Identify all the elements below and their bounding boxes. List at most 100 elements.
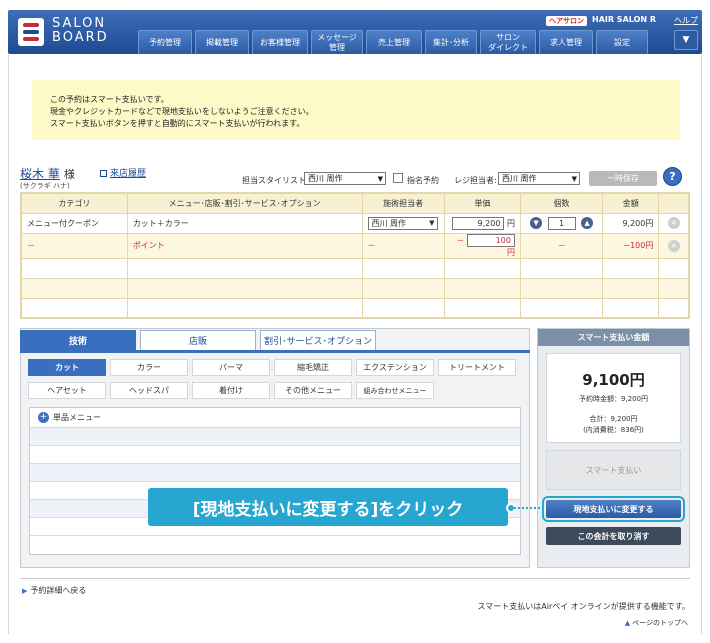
triangle-down-icon[interactable]: ▼ bbox=[674, 30, 698, 50]
total-amount: 合計：9,200円 bbox=[589, 415, 638, 423]
chevron-down-icon: ▼ bbox=[571, 175, 577, 183]
col-delete bbox=[658, 192, 690, 214]
smart-pay-amount: 9,100円 bbox=[582, 371, 645, 389]
callout-connector bbox=[514, 507, 540, 509]
category-kitsuke[interactable]: 着付け bbox=[192, 382, 270, 399]
category-perm[interactable]: パーマ bbox=[192, 359, 270, 376]
smart-pay-summary: 9,100円 予約時金額：9,200円 合計：9,200円 (内消費税：836円… bbox=[546, 353, 681, 443]
stylist-label: 担当スタイリスト: bbox=[242, 176, 309, 185]
temp-save-button[interactable]: 一時保存 bbox=[589, 171, 657, 186]
list-item bbox=[30, 446, 520, 464]
increase-icon[interactable]: ▲ bbox=[581, 217, 594, 229]
register-select[interactable]: 西川 周作 ▼ bbox=[498, 172, 580, 185]
col-price: 単価 bbox=[443, 192, 521, 214]
visit-history-label: 来店履歴 bbox=[110, 169, 147, 179]
row-menu: カット＋カラー bbox=[126, 212, 363, 234]
list-item[interactable]: + 単品メニュー bbox=[30, 408, 520, 428]
visit-history-link[interactable]: 来店履歴 bbox=[100, 166, 146, 179]
nav-tab-sales[interactable]: 売上管理 bbox=[366, 30, 422, 54]
row-category: メニュー付クーポン bbox=[20, 212, 128, 234]
nav-tab-analytics[interactable]: 集計･分析 bbox=[425, 30, 477, 54]
nav-tab-listing[interactable]: 掲載管理 bbox=[195, 30, 249, 54]
help-link[interactable]: ヘルプ bbox=[674, 15, 698, 26]
instruction-callout: [現地支払いに変更する]をクリック bbox=[148, 488, 508, 526]
honorific: 様 bbox=[63, 168, 75, 181]
table-row: メニュー付クーポン カット＋カラー 西川 周作 ▼ 9,200 円 ▼ 1 ▲ 9… bbox=[20, 212, 690, 234]
back-label: 予約詳細へ戻る bbox=[30, 586, 87, 595]
price-unit: 円 bbox=[506, 247, 515, 257]
col-amount: 金額 bbox=[602, 192, 660, 214]
menu-list: + 単品メニュー bbox=[29, 407, 521, 555]
logo-line2: BOARD bbox=[52, 30, 109, 45]
history-icon bbox=[100, 170, 107, 177]
billing-table: カテゴリ メニュー･店販･割引･サービス･オプション 施術担当者 単価 個数 金… bbox=[20, 192, 690, 319]
nav-tab-reservation[interactable]: 予約管理 bbox=[138, 30, 192, 54]
category-straightening[interactable]: 縮毛矯正 bbox=[274, 359, 352, 376]
category-other[interactable]: その他メニュー bbox=[274, 382, 352, 399]
tab-underline bbox=[20, 350, 530, 353]
category-combination[interactable]: 組み合わせメニュー bbox=[356, 382, 434, 399]
qty-input[interactable]: 1 bbox=[547, 216, 576, 230]
frame-left bbox=[8, 54, 9, 634]
table-header: カテゴリ メニュー･店販･割引･サービス･オプション 施術担当者 単価 個数 金… bbox=[20, 192, 690, 214]
smart-pay-title: スマート支払い金額 bbox=[538, 329, 689, 346]
col-qty: 個数 bbox=[519, 192, 604, 214]
category-cut[interactable]: カット bbox=[28, 359, 106, 376]
page-top-label: ページのトップへ bbox=[632, 619, 688, 627]
row-delete-cell: × bbox=[658, 232, 690, 259]
notice-line3: スマート支払いボタンを押すと自動的にスマート支払いが行われます。 bbox=[50, 119, 305, 128]
page-top-link[interactable]: ▲ ページのトップへ bbox=[625, 618, 688, 628]
stylist-select-value: 西川 周作 bbox=[308, 174, 343, 183]
delete-icon[interactable]: × bbox=[667, 239, 680, 252]
smart-pay-button[interactable]: スマート支払い bbox=[546, 450, 681, 490]
stylist-select[interactable]: 西川 周作 ▼ bbox=[304, 172, 386, 185]
chevron-down-icon: ▼ bbox=[377, 175, 383, 183]
category-headspa[interactable]: ヘッドスパ bbox=[110, 382, 188, 399]
col-menu: メニュー･店販･割引･サービス･オプション bbox=[126, 192, 363, 214]
category-extension[interactable]: エクステンション bbox=[356, 359, 434, 376]
footer-note: スマート支払いはAirペイ オンラインが提供する機能です。 bbox=[477, 602, 691, 611]
nav-tab-salon-direct[interactable]: サロン ダイレクト bbox=[480, 30, 536, 54]
row-delete-cell: × bbox=[658, 212, 690, 234]
chevron-up-icon: ▲ bbox=[624, 619, 631, 627]
category-color[interactable]: カラー bbox=[110, 359, 188, 376]
category-hairset[interactable]: ヘアセット bbox=[28, 382, 106, 399]
nominated-label: 指名予約 bbox=[407, 176, 439, 185]
scheduled-amount: 予約時金額：9,200円 bbox=[578, 395, 649, 403]
table-row bbox=[20, 257, 690, 279]
salon-board-logo-icon bbox=[18, 18, 44, 46]
table-row: － ポイント － － 100 円 － −100円 × bbox=[20, 232, 690, 259]
nav-tab-message[interactable]: メッセージ 管理 bbox=[311, 30, 363, 54]
category-treatment[interactable]: トリートメント bbox=[438, 359, 516, 376]
cancel-checkout-button[interactable]: この会計を取り消す bbox=[546, 527, 681, 545]
single-menu-label: 単品メニュー bbox=[53, 413, 101, 422]
frame-right bbox=[701, 54, 702, 634]
notice-line2: 現金やクレジットカードなどで現地支払いをしないようご注意ください。 bbox=[50, 107, 314, 116]
price-sign: － bbox=[456, 235, 465, 245]
nav-tab-customer[interactable]: お客様管理 bbox=[252, 30, 308, 54]
customer-name-link[interactable]: 桜木 華 bbox=[20, 167, 60, 181]
point-input[interactable]: 100 bbox=[466, 233, 515, 247]
decrease-icon[interactable]: ▼ bbox=[530, 217, 543, 229]
price-unit: 円 bbox=[506, 218, 515, 228]
back-to-reservation-link[interactable]: ▶ 予約詳細へ戻る bbox=[22, 585, 86, 596]
table-row bbox=[20, 277, 690, 299]
smart-pay-notice: この予約はスマート支払いです。 現金やクレジットカードなどで現地支払いをしないよ… bbox=[32, 80, 680, 140]
nominated-checkbox[interactable] bbox=[393, 173, 403, 183]
row-price-cell: 9,200 円 bbox=[443, 212, 521, 234]
tab-discount[interactable]: 割引･サービス･オプション bbox=[260, 330, 376, 350]
salon-type-badge: ヘアサロン bbox=[546, 16, 587, 26]
staff-select[interactable]: 西川 周作 ▼ bbox=[367, 216, 438, 230]
help-icon[interactable]: ? bbox=[663, 167, 682, 186]
tab-retail[interactable]: 店販 bbox=[140, 330, 256, 350]
nav-tab-recruit[interactable]: 求人管理 bbox=[539, 30, 593, 54]
footer-divider bbox=[20, 578, 690, 579]
row-amount: 9,200円 bbox=[602, 212, 660, 234]
price-input[interactable]: 9,200 bbox=[452, 216, 505, 230]
nav-tab-settings[interactable]: 設定 bbox=[596, 30, 648, 54]
tab-technique[interactable]: 技術 bbox=[20, 330, 136, 350]
change-to-onsite-button[interactable]: 現地支払いに変更する bbox=[542, 496, 685, 522]
list-item bbox=[30, 464, 520, 482]
row-qty-cell: ▼ 1 ▲ bbox=[519, 212, 604, 234]
delete-icon[interactable]: × bbox=[667, 217, 680, 229]
